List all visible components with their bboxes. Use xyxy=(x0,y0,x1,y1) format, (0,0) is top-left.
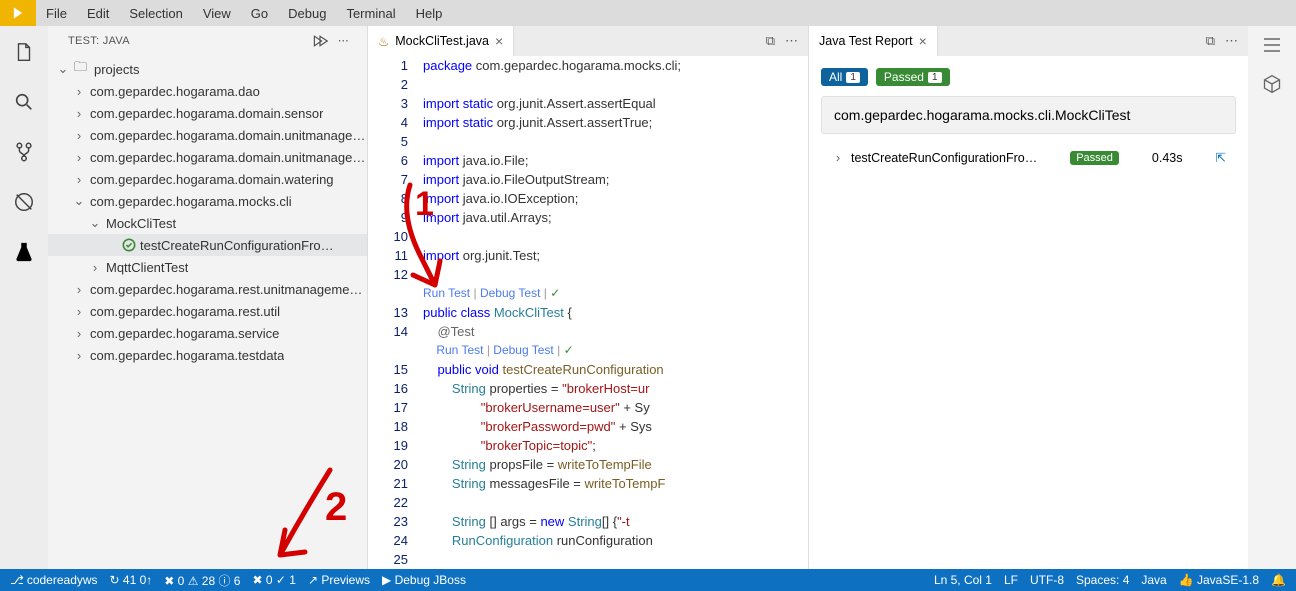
activity-bar xyxy=(0,26,48,569)
folder-icon: 🗀 xyxy=(74,58,90,80)
menubar: FileEditSelectionViewGoDebugTerminalHelp xyxy=(0,0,1296,26)
debug-icon[interactable] xyxy=(10,188,38,216)
chevron-icon: › xyxy=(88,260,102,275)
java-file-icon: ♨ xyxy=(378,34,389,49)
status-bar: ⎇ codereadyws ↻ 41 0↑ ✖ 0 ⚠ 28 ⓘ 6 ✖ 0 ✓… xyxy=(0,569,1296,591)
test-tree: ⌄🗀projects›com.gepardec.hogarama.dao›com… xyxy=(48,56,367,569)
chevron-icon: › xyxy=(72,304,86,319)
menu-help[interactable]: Help xyxy=(406,6,453,21)
run-test-link[interactable]: Run Test xyxy=(436,343,483,357)
secondary-activity-bar xyxy=(1248,26,1296,569)
sync-item[interactable]: ↻ 41 0↑ xyxy=(110,573,153,587)
code-editor[interactable]: 1234567891011121314151617181920212223242… xyxy=(368,56,808,569)
tab-file[interactable]: ♨ MockCliTest.java × xyxy=(368,26,514,56)
report-class-title: com.gepardec.hogarama.mocks.cli.MockCliT… xyxy=(821,96,1236,134)
cursor-position[interactable]: Ln 5, Col 1 xyxy=(934,573,992,587)
menu-debug[interactable]: Debug xyxy=(278,6,336,21)
chevron-icon: ⌄ xyxy=(72,193,86,209)
more-icon[interactable]: ⋯ xyxy=(785,33,798,49)
chevron-icon: › xyxy=(72,106,86,121)
menu-file[interactable]: File xyxy=(36,6,77,21)
status-badge: Passed xyxy=(1070,151,1119,165)
run-all-icon[interactable] xyxy=(312,34,328,48)
menu-edit[interactable]: Edit xyxy=(77,6,119,21)
tree-item[interactable]: testCreateRunConfigurationFro… xyxy=(48,234,367,256)
filter-passed[interactable]: Passed1 xyxy=(876,68,950,86)
search-icon[interactable] xyxy=(10,88,38,116)
jdk-item[interactable]: 👍 JavaSE-1.8 xyxy=(1179,573,1259,587)
tree-item[interactable]: ⌄🗀projects xyxy=(48,58,367,80)
test-duration: 0.43s xyxy=(1152,151,1183,165)
report-test-item[interactable]: › testCreateRunConfigurationFro… Passed … xyxy=(821,142,1236,173)
split-editor-icon[interactable]: ⧉ xyxy=(1206,33,1215,49)
run-test-link[interactable]: Run Test xyxy=(423,286,470,300)
tree-item[interactable]: ›com.gepardec.hogarama.domain.sensor xyxy=(48,102,367,124)
report-tabbar: Java Test Report × ⧉ ⋯ xyxy=(809,26,1248,56)
debug-test-link[interactable]: Debug Test xyxy=(493,343,554,357)
pass-icon xyxy=(122,238,136,252)
split-editor-icon[interactable]: ⧉ xyxy=(766,33,775,49)
tree-item[interactable]: ⌄com.gepardec.hogarama.mocks.cli xyxy=(48,190,367,212)
outline-icon[interactable] xyxy=(1262,36,1282,54)
debug-test-link[interactable]: Debug Test xyxy=(480,286,541,300)
tree-item[interactable]: ›com.gepardec.hogarama.dao xyxy=(48,80,367,102)
test-report: All1 Passed1 com.gepardec.hogarama.mocks… xyxy=(809,56,1248,569)
tree-item[interactable]: ›com.gepardec.hogarama.domain.watering xyxy=(48,168,367,190)
workspace-item[interactable]: ⎇ codereadyws xyxy=(10,573,98,587)
editor-tabbar: ♨ MockCliTest.java × ⧉ ⋯ xyxy=(368,26,808,56)
file-icon[interactable] xyxy=(10,38,38,66)
tree-item[interactable]: ›com.gepardec.hogarama.rest.util xyxy=(48,300,367,322)
chevron-icon: ⌄ xyxy=(56,61,70,77)
goto-icon[interactable]: ⇱ xyxy=(1216,150,1226,165)
chevron-icon: › xyxy=(72,282,86,297)
chevron-icon: ⌄ xyxy=(88,215,102,231)
package-icon[interactable] xyxy=(1262,74,1282,94)
sidebar-title: TEST: JAVA xyxy=(68,35,130,47)
tree-item[interactable]: ›com.gepardec.hogarama.testdata xyxy=(48,344,367,366)
tree-item[interactable]: ›com.gepardec.hogarama.domain.unitmanage… xyxy=(48,124,367,146)
diagnostics-item[interactable]: ✖ 0 ⚠ 28 ⓘ 6 xyxy=(164,572,240,589)
chevron-icon: › xyxy=(72,128,86,143)
menu-view[interactable]: View xyxy=(193,6,241,21)
sidebar: TEST: JAVA ⋯ ⌄🗀projects›com.gepardec.hog… xyxy=(48,26,368,569)
chevron-icon: › xyxy=(72,326,86,341)
tree-item[interactable]: ›MqttClientTest xyxy=(48,256,367,278)
filter-all[interactable]: All1 xyxy=(821,68,868,86)
chevron-icon: › xyxy=(72,172,86,187)
close-icon[interactable]: × xyxy=(495,33,503,49)
language-item[interactable]: Java xyxy=(1141,573,1166,587)
tree-item[interactable]: ›com.gepardec.hogarama.rest.unitmanageme… xyxy=(48,278,367,300)
bell-icon[interactable]: 🔔 xyxy=(1271,573,1286,587)
test-icon[interactable] xyxy=(10,238,38,266)
close-icon[interactable]: × xyxy=(919,33,927,49)
app-logo xyxy=(0,0,36,26)
chevron-icon: › xyxy=(72,84,86,99)
previews-item[interactable]: ↗ Previews xyxy=(308,573,370,587)
debug-launch-item[interactable]: ▶ Debug JBoss xyxy=(382,573,466,587)
git-icon[interactable] xyxy=(10,138,38,166)
indent-item[interactable]: Spaces: 4 xyxy=(1076,573,1129,587)
menu-go[interactable]: Go xyxy=(241,6,278,21)
chevron-icon: › xyxy=(72,348,86,363)
tree-item[interactable]: ›com.gepardec.hogarama.domain.unitmanage… xyxy=(48,146,367,168)
tree-item[interactable]: ⌄MockCliTest xyxy=(48,212,367,234)
encoding-item[interactable]: UTF-8 xyxy=(1030,573,1064,587)
more-icon[interactable]: ⋯ xyxy=(1225,33,1238,49)
test-results-item[interactable]: ✖ 0 ✓ 1 xyxy=(252,573,295,587)
tab-test-report[interactable]: Java Test Report × xyxy=(809,26,938,56)
more-icon[interactable]: ⋯ xyxy=(338,34,349,48)
eol-item[interactable]: LF xyxy=(1004,573,1018,587)
chevron-right-icon: › xyxy=(831,150,845,165)
menu-selection[interactable]: Selection xyxy=(119,6,192,21)
menu-terminal[interactable]: Terminal xyxy=(336,6,405,21)
tree-item[interactable]: ›com.gepardec.hogarama.service xyxy=(48,322,367,344)
chevron-icon: › xyxy=(72,150,86,165)
